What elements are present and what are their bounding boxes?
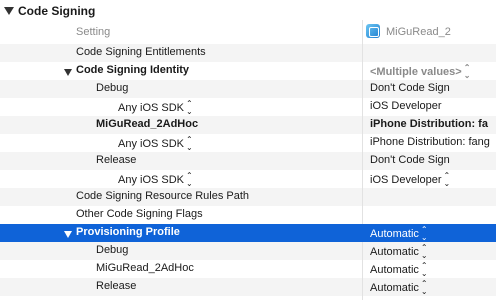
up-down-arrows-icon[interactable]: ⌃ ⌄ (186, 100, 193, 116)
setting-row-code-signing-entitlements[interactable]: Code Signing Entitlements (0, 44, 496, 62)
setting-row-identity-debug[interactable]: Debug Don't Code Sign (0, 80, 496, 98)
section-header[interactable]: Code Signing (0, 0, 496, 22)
setting-row-other-code-signing-flags[interactable]: Other Code Signing Flags (0, 206, 496, 224)
row-value[interactable]: iPhone Distribution: fang (370, 136, 490, 148)
setting-row-identity-adhoc-sdk[interactable]: Any iOS SDK ⌃ ⌄ iPhone Distribution: fang (0, 134, 496, 152)
row-label: Other Code Signing Flags (76, 208, 203, 220)
setting-row-resource-rules-path[interactable]: Code Signing Resource Rules Path (0, 188, 496, 206)
column-divider (362, 20, 363, 44)
setting-row-profile-release[interactable]: Release Automatic ⌃ ⌄ (0, 278, 496, 296)
section-title: Code Signing (18, 4, 96, 18)
row-value-text: Automatic (370, 245, 419, 258)
up-down-arrows-icon: ⌃ ⌄ (463, 63, 471, 80)
row-value[interactable]: iPhone Distribution: fa (370, 118, 488, 130)
row-label: Provisioning Profile (76, 226, 180, 238)
row-value[interactable]: Don't Code Sign (370, 82, 450, 94)
row-label: Release (96, 154, 137, 166)
row-label: Debug (96, 244, 129, 256)
setting-row-identity-debug-sdk[interactable]: Any iOS SDK ⌃ ⌄ iOS Developer (0, 98, 496, 116)
up-down-arrows-icon[interactable]: ⌃ ⌄ (186, 172, 193, 188)
row-label: Any iOS SDK ⌃ ⌄ (118, 100, 193, 116)
app-target-icon (366, 24, 380, 38)
row-value-text: Automatic (370, 281, 419, 294)
up-down-arrows-icon: ⌃ ⌄ (443, 171, 451, 188)
setting-column-header: Setting (76, 26, 111, 38)
row-value[interactable]: Don't Code Sign (370, 154, 450, 166)
row-value-text: <Multiple values> (370, 65, 462, 78)
up-down-arrows-icon[interactable]: ⌃ ⌄ (186, 136, 193, 152)
up-down-arrows-icon: ⌃ ⌄ (420, 261, 428, 278)
setting-row-code-signing-identity[interactable]: Code Signing Identity <Multiple values> ⌃… (0, 62, 496, 80)
disclosure-triangle-icon[interactable] (4, 7, 14, 15)
row-value-text: Automatic (370, 227, 419, 240)
value-column-divider (362, 242, 363, 300)
row-value[interactable]: Automatic ⌃ ⌄ (370, 226, 428, 242)
row-label: MiGuRead_2AdHoc (96, 262, 194, 274)
row-value[interactable]: Automatic ⌃ ⌄ (370, 262, 428, 278)
row-label: Any iOS SDK ⌃ ⌄ (118, 136, 193, 152)
row-label-text: Any iOS SDK (118, 173, 185, 186)
disclosure-triangle-icon[interactable] (64, 231, 72, 238)
row-label: Code Signing Entitlements (76, 46, 206, 58)
setting-row-identity-release[interactable]: Release Don't Code Sign (0, 152, 496, 170)
up-down-arrows-icon: ⌃ ⌄ (420, 279, 428, 296)
row-label: Release (96, 280, 137, 292)
setting-row-provisioning-profile[interactable]: Provisioning Profile Automatic ⌃ ⌄ (0, 224, 496, 242)
row-label: Debug (96, 82, 129, 94)
value-column-divider (362, 44, 363, 224)
setting-row-identity-adhoc[interactable]: MiGuRead_2AdHoc iPhone Distribution: fa (0, 116, 496, 134)
row-value-text: Automatic (370, 263, 419, 276)
row-label: Any iOS SDK ⌃ ⌄ (118, 172, 193, 188)
row-value[interactable]: iOS Developer ⌃ ⌄ (370, 172, 450, 188)
row-value-text: iOS Developer (370, 173, 442, 186)
setting-row-profile-debug[interactable]: Debug Automatic ⌃ ⌄ (0, 242, 496, 260)
row-value[interactable]: Automatic ⌃ ⌄ (370, 280, 428, 296)
row-value[interactable]: iOS Developer (370, 100, 442, 112)
row-value[interactable]: <Multiple values> ⌃ ⌄ (370, 64, 470, 80)
row-value[interactable]: Automatic ⌃ ⌄ (370, 244, 428, 260)
up-down-arrows-icon: ⌃ ⌄ (420, 243, 428, 260)
setting-row-identity-release-sdk[interactable]: Any iOS SDK ⌃ ⌄ iOS Developer ⌃ ⌄ (0, 170, 496, 188)
row-label: MiGuRead_2AdHoc (96, 118, 199, 130)
setting-row-profile-adhoc[interactable]: MiGuRead_2AdHoc Automatic ⌃ ⌄ (0, 260, 496, 278)
row-label-text: Any iOS SDK (118, 101, 185, 114)
row-label: Code Signing Identity (76, 64, 190, 76)
disclosure-triangle-icon[interactable] (64, 69, 72, 76)
row-label: Code Signing Resource Rules Path (76, 190, 250, 202)
target-column-header: MiGuRead_2 (386, 26, 451, 38)
up-down-arrows-icon: ⌃ ⌄ (420, 225, 428, 242)
row-label-text: Any iOS SDK (118, 137, 185, 150)
